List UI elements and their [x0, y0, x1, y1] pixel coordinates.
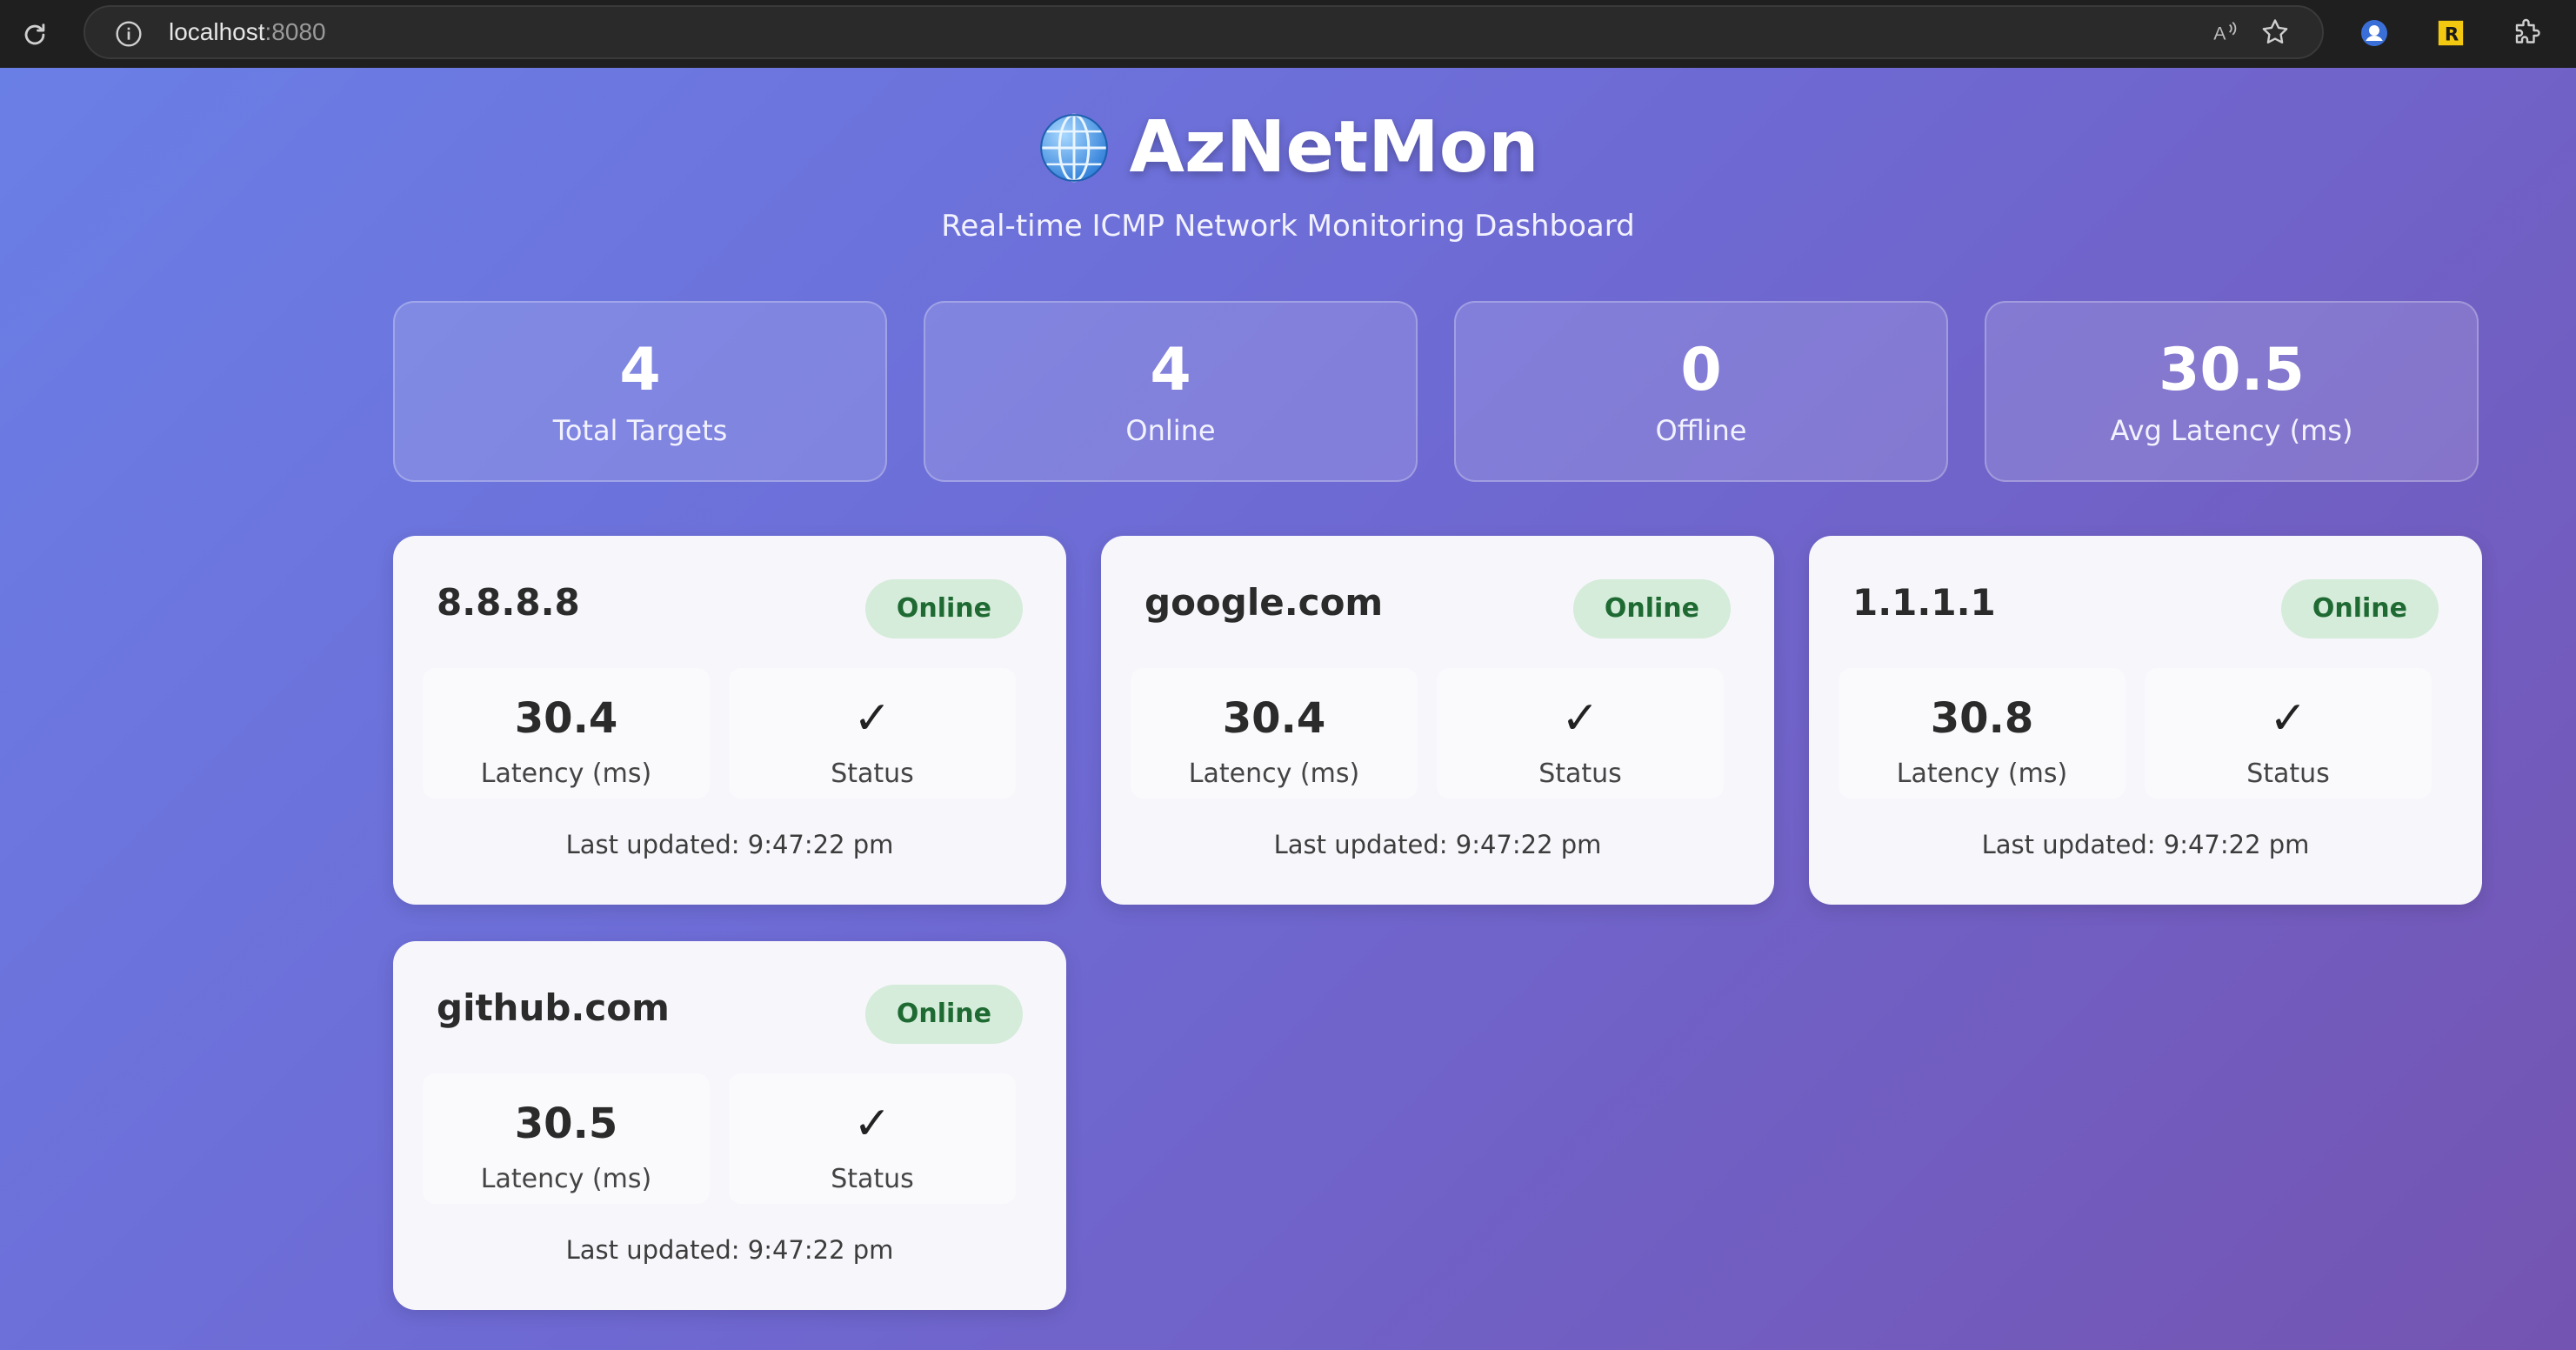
target-host: google.com — [1145, 581, 1384, 624]
status-metric: ✓ Status — [729, 668, 1016, 799]
page-title: AzNetMon — [1129, 106, 1539, 189]
globe-icon — [1039, 113, 1108, 182]
status-badge: Online — [2280, 579, 2439, 638]
stat-total-targets: 4 Total Targets — [393, 301, 887, 482]
latency-metric: 30.5 Latency (ms) — [423, 1073, 710, 1204]
last-updated: Last updated: 9:47:22 pm — [565, 830, 894, 859]
target-host: github.com — [437, 986, 670, 1029]
latency-label: Latency (ms) — [480, 1164, 652, 1194]
last-updated: Last updated: 9:47:22 pm — [1981, 830, 2310, 859]
latency-value: 30.4 — [514, 694, 618, 743]
latency-metric: 30.8 Latency (ms) — [1839, 668, 2126, 799]
stat-value: 30.5 — [2159, 336, 2305, 404]
url-host: localhost — [169, 18, 265, 45]
last-updated: Last updated: 9:47:22 pm — [565, 1235, 894, 1265]
stat-label: Offline — [1655, 414, 1747, 447]
dashboard-page: AzNetMon Real-time ICMP Network Monitori… — [0, 68, 2576, 1350]
check-icon: ✓ — [2269, 692, 2307, 745]
svg-text:A: A — [2213, 23, 2226, 44]
url-port: :8080 — [264, 18, 326, 45]
check-icon: ✓ — [853, 692, 891, 745]
star-icon[interactable] — [2258, 15, 2292, 50]
target-host: 8.8.8.8 — [437, 581, 580, 624]
stat-label: Total Targets — [552, 414, 728, 447]
latency-label: Latency (ms) — [1188, 759, 1360, 789]
info-icon[interactable] — [115, 20, 143, 48]
stat-label: Online — [1125, 414, 1216, 447]
check-icon: ✓ — [1561, 692, 1599, 745]
header: AzNetMon — [0, 106, 2576, 189]
browser-toolbar: localhost:8080 A R — [0, 0, 2576, 68]
target-card-github-com[interactable]: github.com Online 30.5 Latency (ms) ✓ St… — [393, 941, 1066, 1310]
page-subtitle: Real-time ICMP Network Monitoring Dashbo… — [941, 209, 1635, 244]
status-badge: Online — [1572, 579, 1731, 638]
read-aloud-icon[interactable]: A — [2207, 15, 2242, 50]
status-label: Status — [2246, 759, 2330, 789]
latency-label: Latency (ms) — [1896, 759, 2068, 789]
svg-text:R: R — [2445, 24, 2459, 46]
latency-value: 30.8 — [1930, 694, 2034, 743]
stat-avg-latency: 30.5 Avg Latency (ms) — [1985, 301, 2479, 482]
reload-icon[interactable] — [17, 17, 52, 52]
last-updated: Last updated: 9:47:22 pm — [1273, 830, 1602, 859]
target-card-8-8-8-8[interactable]: 8.8.8.8 Online 30.4 Latency (ms) ✓ Statu… — [393, 536, 1066, 905]
target-host: 1.1.1.1 — [1852, 581, 1996, 624]
stat-label: Avg Latency (ms) — [2110, 414, 2353, 447]
latency-label: Latency (ms) — [480, 759, 652, 789]
profile-icon[interactable] — [2357, 16, 2392, 50]
latency-value: 30.5 — [514, 1099, 618, 1148]
stat-value: 4 — [1150, 336, 1191, 404]
stat-value: 0 — [1680, 336, 1722, 404]
target-card-google-com[interactable]: google.com Online 30.4 Latency (ms) ✓ St… — [1101, 536, 1774, 905]
status-metric: ✓ Status — [729, 1073, 1016, 1204]
status-badge: Online — [864, 985, 1023, 1044]
stat-offline: 0 Offline — [1454, 301, 1948, 482]
latency-metric: 30.4 Latency (ms) — [1131, 668, 1418, 799]
puzzle-icon[interactable] — [2510, 16, 2545, 50]
check-icon: ✓ — [853, 1098, 891, 1150]
stat-online: 4 Online — [924, 301, 1418, 482]
url-text[interactable]: localhost:8080 — [169, 18, 326, 46]
extension-r-icon[interactable]: R — [2433, 16, 2468, 50]
status-metric: ✓ Status — [1437, 668, 1724, 799]
latency-metric: 30.4 Latency (ms) — [423, 668, 710, 799]
status-metric: ✓ Status — [2145, 668, 2432, 799]
status-label: Status — [1538, 759, 1622, 789]
status-label: Status — [831, 759, 914, 789]
target-card-1-1-1-1[interactable]: 1.1.1.1 Online 30.8 Latency (ms) ✓ Statu… — [1809, 536, 2482, 905]
status-badge: Online — [864, 579, 1023, 638]
status-label: Status — [831, 1164, 914, 1194]
latency-value: 30.4 — [1222, 694, 1326, 743]
stat-value: 4 — [619, 336, 661, 404]
address-bar[interactable]: localhost:8080 A — [83, 5, 2324, 59]
